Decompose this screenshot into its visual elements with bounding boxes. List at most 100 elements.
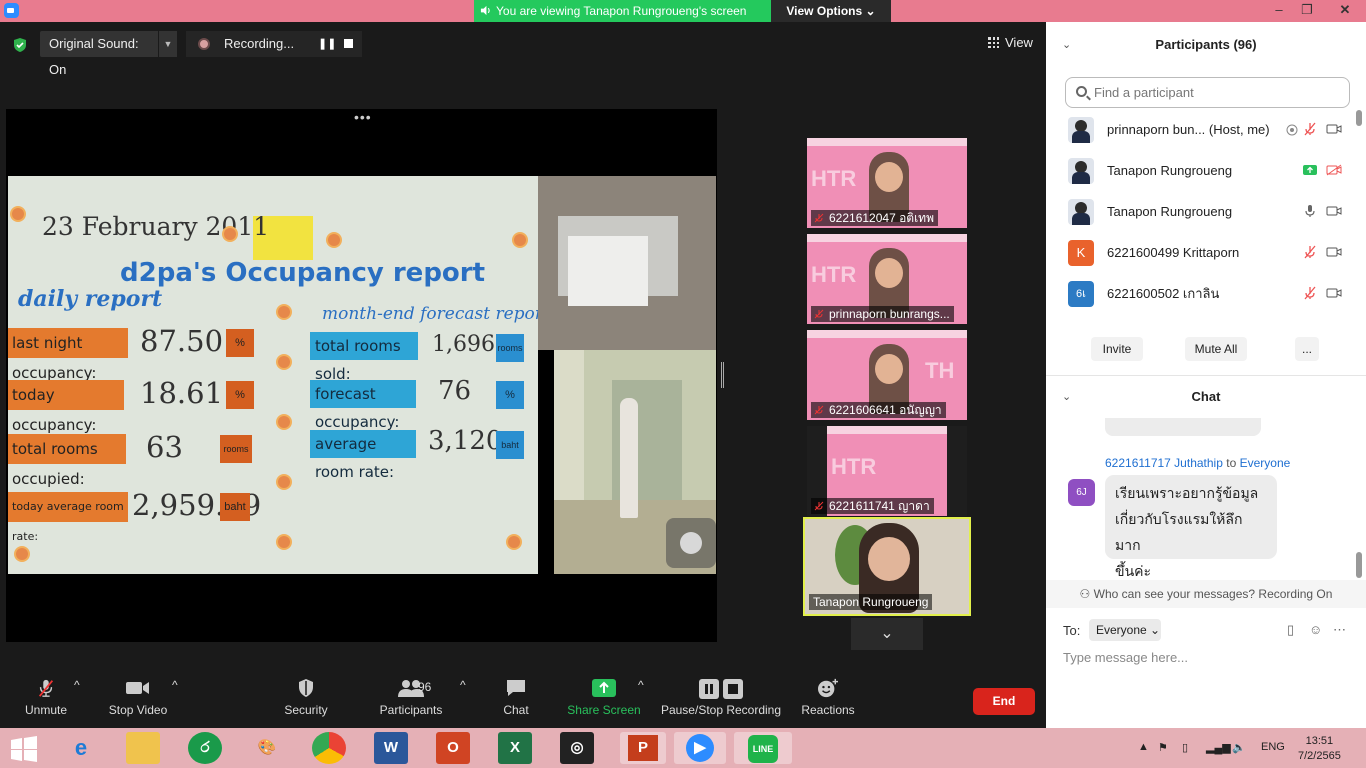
mic-muted-icon[interactable] (1303, 245, 1317, 259)
zoom-screen: You are viewing Tanapon Rungroueng's scr… (0, 0, 1366, 768)
board-right-value: 76 (438, 376, 472, 406)
board-left-unit: % (226, 381, 254, 409)
mic-muted-icon[interactable] (1303, 286, 1317, 300)
mute-all-button[interactable]: Mute All (1185, 337, 1247, 361)
security-button[interactable]: Security (278, 678, 334, 724)
video-camera-icon[interactable] (1326, 123, 1342, 135)
pause-stop-recording-button[interactable]: Pause/Stop Recording (660, 678, 782, 724)
message-visibility-notice[interactable]: ⚇ Who can see your messages? Recording O… (1046, 580, 1366, 608)
mic-muted-icon (814, 213, 824, 223)
video-tile[interactable]: TH 6221606641 อนัญญา (807, 330, 967, 420)
app-icon[interactable]: ර (188, 732, 222, 764)
more-videos-chevron-icon[interactable]: ⌄ (851, 618, 923, 650)
video-off-icon[interactable] (1326, 164, 1342, 176)
office-icon[interactable]: O (436, 732, 470, 764)
video-tile[interactable]: HTR 6221612047 อติเทพ (807, 138, 967, 228)
video-camera-icon[interactable] (1326, 205, 1342, 217)
close-button[interactable]: ✕ (1330, 0, 1360, 22)
message-bubble: เรียนเพราะอยากรู้ข้อมูล เกี่ยวกับโรงแรมใ… (1105, 475, 1277, 580)
participants-button[interactable]: 96 Participants (376, 678, 446, 724)
maximize-button[interactable]: ❐ (1292, 0, 1322, 22)
participant-row[interactable]: prinnaporn bun... (Host, me) (1046, 110, 1366, 150)
zoom-taskbar-icon[interactable]: ▶ (674, 732, 726, 764)
floating-control-button[interactable] (666, 518, 716, 568)
chrome-icon[interactable] (312, 732, 346, 764)
flower-decoration (278, 306, 290, 318)
meeting-toolbar: Unmute ^ Stop Video ^ Security 96 Partic… (0, 670, 1046, 728)
end-meeting-button[interactable]: End (973, 688, 1035, 715)
message-sender[interactable]: 6221611717 Juthathip (1105, 456, 1223, 470)
message-line: เกี่ยวกับโรงแรมให้ลึกมาก (1115, 512, 1243, 554)
message-sender-line: 6221611717 Juthathip to Everyone (1105, 456, 1290, 470)
participant-row[interactable]: K 6221600499 Krittaporn (1046, 233, 1366, 273)
chat-message-input[interactable]: Type message here... (1063, 650, 1188, 665)
show-hidden-icons-icon[interactable]: ▲ (1138, 741, 1149, 753)
invite-button[interactable]: Invite (1091, 337, 1143, 361)
encryption-shield-icon (14, 38, 26, 52)
recipient-select[interactable]: Everyone ⌄ (1089, 619, 1161, 641)
more-options-icon[interactable]: ⋯ (1333, 622, 1346, 638)
line-icon[interactable]: LINE (734, 732, 792, 764)
minimize-button[interactable]: – (1264, 0, 1294, 22)
participants-icon: 96 (386, 678, 436, 698)
flag-icon[interactable]: ⚑ (1158, 741, 1168, 754)
unmute-button[interactable]: Unmute (18, 678, 74, 724)
view-layout-button[interactable]: View (983, 32, 1039, 54)
participant-row[interactable]: Tanapon Rungroueng (1046, 151, 1366, 191)
participant-row[interactable]: 6เ 6221600502 เกาลิน (1046, 274, 1366, 314)
pause-recording-icon[interactable]: ❚❚ (318, 31, 336, 57)
more-button[interactable]: ... (1295, 337, 1319, 361)
video-tile[interactable]: HTR prinnaporn bunrangs... (807, 234, 967, 324)
slide-header (807, 234, 967, 242)
volume-icon[interactable]: 🔈 (1232, 741, 1246, 754)
original-sound-dropdown[interactable]: ▼ (159, 31, 177, 57)
message-line: ขึ้นค่ะ (1115, 564, 1152, 580)
video-camera-icon[interactable] (1326, 287, 1342, 299)
mic-icon[interactable] (1303, 204, 1317, 218)
original-sound-toggle[interactable]: Original Sound: On (40, 31, 158, 77)
share-screen-button[interactable]: Share Screen (566, 678, 642, 724)
emoji-icon[interactable]: ☺ (1309, 622, 1322, 637)
chat-button[interactable]: Chat (496, 678, 536, 724)
excel-icon[interactable]: X (498, 732, 532, 764)
chat-scrollbar[interactable] (1356, 552, 1362, 578)
emoji-plus-icon (818, 678, 838, 698)
paint-icon[interactable]: 🎨 (250, 732, 284, 764)
video-camera-icon[interactable] (1326, 246, 1342, 258)
recording-dot-icon (198, 38, 210, 50)
file-explorer-icon[interactable] (126, 732, 160, 764)
stop-video-button[interactable]: Stop Video (104, 678, 172, 724)
share-options-caret-icon[interactable]: ^ (638, 678, 644, 724)
active-speaker-tile[interactable]: Tanapon Rungroueng (803, 517, 971, 616)
viewing-banner: You are viewing Tanapon Rungroueng's scr… (474, 0, 771, 22)
recipient-value: Everyone (1096, 623, 1147, 637)
file-icon[interactable]: ▯ (1287, 622, 1294, 638)
webex-icon[interactable]: ◎ (560, 732, 594, 764)
system-clock[interactable]: 13:51 7/2/2565 (1298, 734, 1341, 764)
board-right-value: 1,696 (432, 332, 495, 357)
participants-caret-icon[interactable]: ^ (460, 678, 466, 724)
stop-recording-icon[interactable] (344, 39, 353, 48)
participants-scrollbar[interactable] (1356, 110, 1362, 126)
person-figure (620, 398, 638, 518)
windows-start-icon[interactable] (10, 736, 38, 762)
find-participant-input[interactable]: Find a participant (1065, 77, 1350, 108)
towels (568, 236, 648, 306)
mic-muted-icon[interactable] (1303, 122, 1317, 136)
participant-row[interactable]: Tanapon Rungroueng (1046, 192, 1366, 232)
reactions-button[interactable]: Reactions (798, 678, 858, 724)
splitter-handle[interactable] (721, 362, 724, 388)
view-options-button[interactable]: View Options ⌄ (771, 0, 891, 22)
signal-icon[interactable]: ▂▄▆ (1206, 741, 1231, 754)
language-indicator[interactable]: ENG (1261, 741, 1285, 753)
more-options-icon[interactable]: ••• (354, 109, 372, 125)
powerpoint-icon[interactable]: P (620, 732, 666, 764)
video-options-caret-icon[interactable]: ^ (172, 678, 178, 724)
video-tile[interactable]: HTR 6221611741 ญาดา (807, 426, 967, 516)
internet-explorer-icon[interactable]: e (64, 732, 98, 764)
audio-options-caret-icon[interactable]: ^ (74, 678, 80, 724)
word-icon[interactable]: W (374, 732, 408, 764)
share-screen-label: Share Screen (567, 703, 641, 717)
battery-icon[interactable]: ▯ (1182, 741, 1188, 754)
board-right-label: total rooms sold: (310, 332, 418, 383)
